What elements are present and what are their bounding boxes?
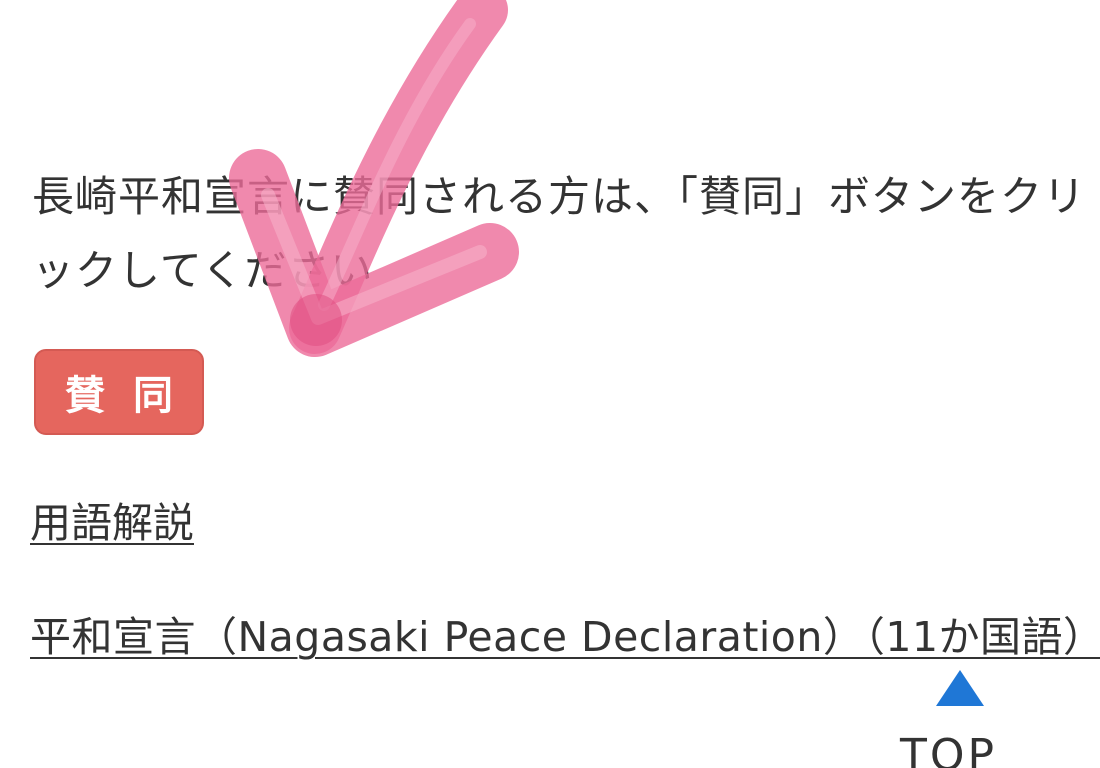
instruction-text: 長崎平和宣言に賛同される方は、「賛同」ボタンをクリックしてください	[32, 172, 1087, 295]
peace-declaration-link[interactable]: 平和宣言（Nagasaki Peace Declaration）（11か国語）	[30, 600, 1100, 674]
back-to-top-button[interactable]: TOP	[896, 668, 1026, 768]
top-label: TOP	[900, 730, 998, 768]
glossary-link[interactable]: 用語解説	[30, 486, 194, 560]
up-triangle-icon	[936, 670, 984, 706]
agree-button[interactable]: 賛同	[34, 349, 204, 435]
page: 長崎平和宣言に賛同される方は、「賛同」ボタンをクリックしてください 賛同 用語解…	[0, 0, 1100, 768]
